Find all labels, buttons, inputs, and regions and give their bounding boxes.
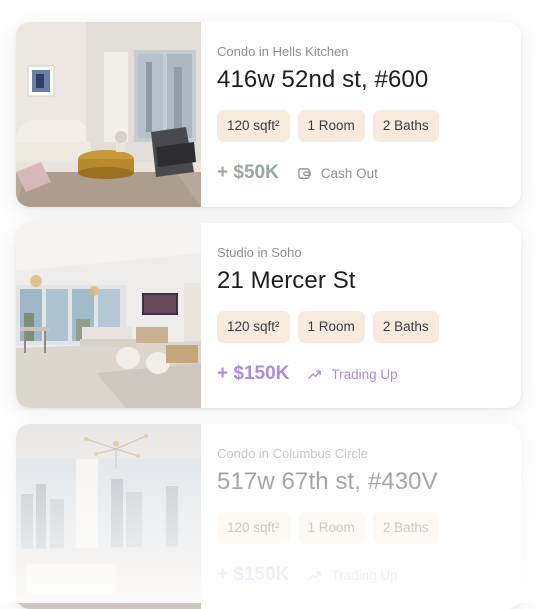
listing-amount: + $150K [217,564,290,585]
cash-out-button[interactable]: Cash Out [297,166,378,181]
listing-card[interactable]: Condo in Columbus Circle 517w 67th st, #… [16,424,521,609]
rooms-chip: 1 Room [297,311,365,343]
listing-type: Condo in Hells Kitchen [217,44,349,59]
baths-chip: 2 Baths [372,512,439,544]
listing-address[interactable]: 21 Mercer St [217,267,439,295]
wallet-icon [297,166,312,181]
listing-features: 120 sqft² 1 Room 2 Baths [217,311,439,343]
trending-up-icon [307,367,322,382]
listing-photo [16,22,201,207]
area-chip: 120 sqft² [217,512,290,544]
listing-address[interactable]: 517w 67th st, #430V [217,468,439,496]
listing-address[interactable]: 416w 52nd st, #600 [217,66,439,94]
baths-chip: 2 Baths [372,311,439,343]
rooms-chip: 1 Room [297,512,365,544]
area-chip: 120 sqft² [217,311,290,343]
trending-up-icon [307,568,322,583]
listing-features: 120 sqft² 1 Room 2 Baths [217,512,439,544]
listing-photo [16,424,201,609]
area-chip: 120 sqft² [217,110,290,142]
listing-amount: + $150K [217,363,290,384]
listing-card[interactable]: Condo in Hells Kitchen 416w 52nd st, #60… [16,22,521,207]
trading-up-button[interactable]: Trading Up [307,567,398,583]
trading-up-label: Trading Up [331,567,398,583]
listing-type: Condo in Columbus Circle [217,446,369,461]
trading-up-button[interactable]: Trading Up [307,366,398,382]
listing-meta: + $50K Cash Out [217,160,439,186]
listing-card[interactable]: Studio in Soho 21 Mercer St 120 sqft² 1 … [16,223,521,408]
baths-chip: 2 Baths [372,110,439,142]
listing-photo [16,223,201,408]
listing-features: 120 sqft² 1 Room 2 Baths [217,110,439,142]
listing-type: Studio in Soho [217,245,302,260]
cash-out-label: Cash Out [320,165,378,181]
listing-meta: + $150K Trading Up [217,562,439,588]
listing-meta: + $150K Trading Up [217,361,439,387]
trading-up-label: Trading Up [331,366,398,382]
rooms-chip: 1 Room [297,110,365,142]
listing-amount: + $50K [217,162,279,183]
